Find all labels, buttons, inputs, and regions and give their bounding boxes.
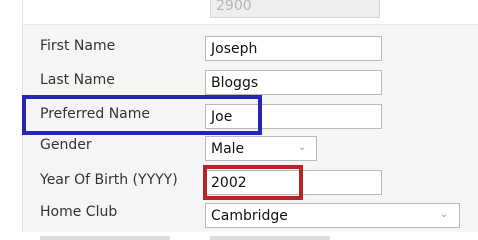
last-name-value: Bloggs: [211, 75, 259, 91]
gender-label: Gender: [40, 137, 92, 153]
chevron-down-icon: ⌄: [298, 142, 307, 153]
preferred-name-label: Preferred Name: [40, 106, 151, 122]
home-club-value: Cambridge: [211, 208, 288, 224]
first-name-label: First Name: [40, 38, 116, 54]
gender-value: Male: [211, 141, 245, 157]
last-name-label: Last Name: [40, 72, 115, 88]
preferred-name-input[interactable]: Joe: [205, 104, 382, 129]
first-name-input[interactable]: Joseph: [205, 36, 382, 61]
first-name-value: Joseph: [211, 41, 258, 57]
last-name-input[interactable]: Bloggs: [205, 70, 382, 95]
reference-field: 2900: [210, 0, 380, 18]
member-form: 2900 First Name Joseph Last Name Bloggs …: [0, 0, 478, 240]
form-left-edge: [0, 0, 23, 240]
year-of-birth-input[interactable]: 2002: [205, 170, 382, 195]
year-of-birth-label: Year Of Birth (YYYY): [40, 172, 178, 188]
year-of-birth-value: 2002: [211, 175, 247, 191]
cut-off-field: [210, 236, 330, 240]
reference-value: 2900: [216, 0, 252, 14]
home-club-select[interactable]: Cambridge ⌄: [205, 203, 460, 228]
gender-select[interactable]: Male ⌄: [205, 136, 317, 161]
chevron-down-icon: ⌄: [440, 209, 449, 220]
preferred-name-value: Joe: [211, 109, 233, 125]
cut-off-label: [40, 236, 170, 240]
home-club-label: Home Club: [40, 204, 118, 220]
